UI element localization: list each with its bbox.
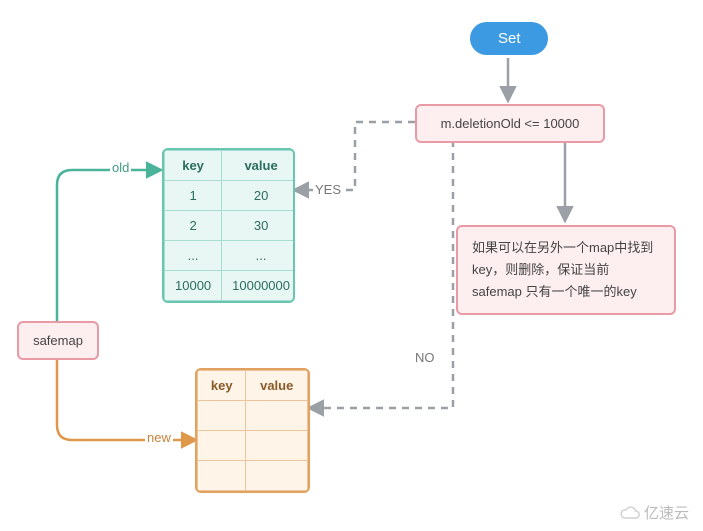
table-row xyxy=(198,461,308,491)
start-node: Set xyxy=(470,22,548,55)
annotation-node: 如果可以在另外一个map中找到 key，则删除，保证当前 safemap 只有一… xyxy=(456,225,676,315)
table-row: ... ... xyxy=(165,241,296,271)
safemap-node: safemap xyxy=(17,321,99,360)
col-key: key xyxy=(165,151,222,181)
watermark: 亿速云 xyxy=(619,502,689,523)
condition-node: m.deletionOld <= 10000 xyxy=(415,104,605,143)
edge-yes-label: YES xyxy=(313,182,343,197)
edge-no-label: NO xyxy=(413,350,437,365)
cloud-icon xyxy=(619,505,641,521)
table-row: 2 30 xyxy=(165,211,296,241)
edge-old-label: old xyxy=(110,160,131,175)
table-row xyxy=(198,401,308,431)
col-value: value xyxy=(222,151,295,181)
table-row: 1 20 xyxy=(165,181,296,211)
edge-new-label: new xyxy=(145,430,173,445)
col-value: value xyxy=(246,371,308,401)
table-header-row: key value xyxy=(198,371,308,401)
old-map-table: key value 1 20 2 30 ... ... 10000 100000… xyxy=(162,148,295,303)
watermark-text: 亿速云 xyxy=(644,502,689,523)
annotation-text: 如果可以在另外一个map中找到 key，则删除，保证当前 safemap 只有一… xyxy=(472,240,653,299)
new-map-table: key value xyxy=(195,368,310,493)
table-header-row: key value xyxy=(165,151,296,181)
col-key: key xyxy=(198,371,246,401)
table-row: 10000 10000000 xyxy=(165,271,296,301)
safemap-label: safemap xyxy=(33,333,83,348)
start-label: Set xyxy=(498,30,521,47)
table-row xyxy=(198,431,308,461)
condition-label: m.deletionOld <= 10000 xyxy=(441,116,580,131)
